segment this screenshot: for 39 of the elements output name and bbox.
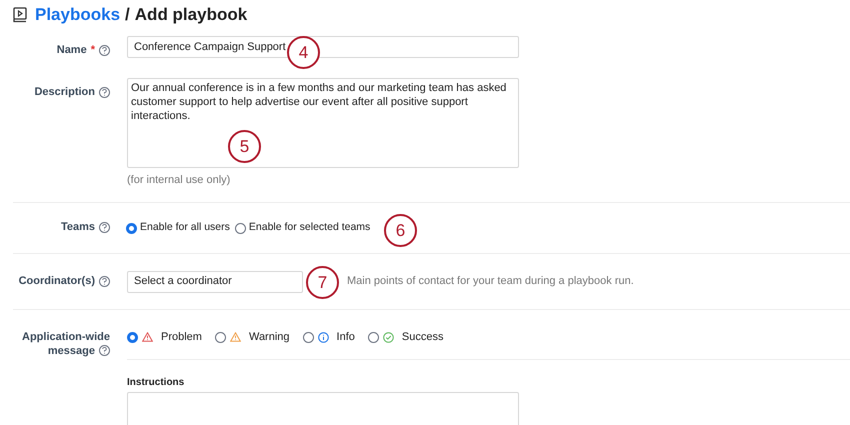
page-title: Add playbook — [134, 4, 248, 26]
help-icon[interactable] — [99, 222, 110, 234]
callout-marker: 7 — [306, 266, 339, 299]
playbook-icon — [13, 7, 27, 23]
radio-button[interactable] — [126, 222, 137, 234]
radio-label[interactable]: Info — [336, 328, 355, 346]
radio-button[interactable] — [214, 332, 226, 342]
help-text: Main points of contact for your team during a playbook run. — [347, 274, 634, 290]
radio-label[interactable]: Problem — [161, 328, 202, 346]
radio-label[interactable]: Success — [402, 328, 444, 346]
radio-label[interactable]: Warning — [248, 328, 290, 346]
breadcrumb-separator: / — [125, 4, 130, 26]
check-circle-icon — [382, 332, 394, 342]
radio-button[interactable] — [368, 332, 379, 342]
message-label: Application-wide message — [21, 330, 110, 358]
info-icon — [318, 332, 329, 342]
coordinators-label: Coordinator(s) — [18, 274, 95, 289]
teams-label: Teams — [60, 220, 95, 236]
help-icon[interactable] — [99, 86, 110, 98]
description-label: Description — [34, 84, 95, 100]
radio-button[interactable] — [302, 332, 314, 342]
instructions-label: Instructions — [127, 376, 186, 390]
warning-triangle-icon — [230, 332, 241, 342]
required-mark: * — [90, 43, 95, 58]
radio-button[interactable] — [234, 222, 246, 234]
callout-marker: 6 — [384, 214, 417, 247]
help-icon[interactable] — [99, 45, 110, 56]
hint-text: (for internal use only) — [127, 172, 232, 188]
help-icon[interactable] — [99, 276, 110, 287]
callout-marker: 5 — [228, 130, 261, 163]
radio-label[interactable]: Enable for selected teams — [248, 220, 370, 236]
name-label: Name — [56, 43, 87, 58]
coordinator-select[interactable]: Select a coordinator — [127, 270, 303, 292]
help-icon[interactable] — [99, 345, 110, 356]
callout-marker: 4 — [287, 36, 320, 69]
radio-label[interactable]: Enable for all users — [140, 220, 230, 236]
playbooks-link[interactable]: Playbooks — [35, 2, 120, 28]
radio-button[interactable] — [127, 332, 138, 342]
warning-triangle-icon — [142, 332, 153, 342]
